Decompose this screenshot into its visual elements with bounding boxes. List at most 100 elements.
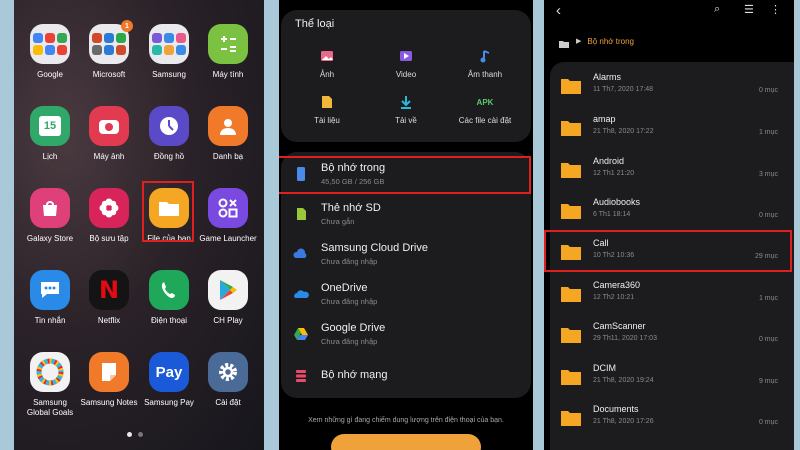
app-galaxy-store[interactable]: Galaxy Store xyxy=(19,188,81,244)
messages-icon xyxy=(30,270,70,310)
folder-row[interactable]: Audiobooks 6 Th1 18:14 0 mục xyxy=(550,191,794,231)
storage-name: Google Drive xyxy=(321,322,386,334)
category-apk[interactable]: APK Các file cài đặt xyxy=(449,94,521,126)
category-images[interactable]: Ảnh xyxy=(291,48,363,79)
app-microsoft[interactable]: 1 Microsoft xyxy=(78,20,140,80)
category-documents[interactable]: Tài liệu xyxy=(291,94,363,125)
storage-sub: Chưa đăng nhập xyxy=(321,337,378,346)
settings-icon xyxy=(208,352,248,392)
download-icon xyxy=(370,94,442,110)
folder-row[interactable]: DCIM 21 Th8, 2020 19:24 9 mục xyxy=(550,357,794,397)
storage-sub: Chưa đăng nhập xyxy=(321,297,378,306)
home-icon[interactable] xyxy=(558,36,570,48)
storage-network[interactable]: Bộ nhớ mạng xyxy=(281,356,531,396)
folder-name: Audiobooks xyxy=(593,197,641,207)
category-label: Âm thanh xyxy=(467,70,503,79)
folder-icon xyxy=(560,409,582,427)
search-icon[interactable]: ⌕ xyxy=(714,3,720,16)
category-downloads[interactable]: Tải về xyxy=(370,94,442,125)
app-samsung[interactable]: Samsung xyxy=(138,24,200,80)
folder-icon xyxy=(560,202,582,220)
folder-row[interactable]: Camera360 12 Th2 10:21 1 mục xyxy=(550,274,794,314)
app-calculator[interactable]: Máy tính xyxy=(197,24,259,80)
back-icon[interactable]: ‹ xyxy=(556,2,561,19)
app-camera[interactable]: Máy ảnh xyxy=(78,106,140,162)
folder-row[interactable]: Alarms 11 Th7, 2020 17:48 0 mục xyxy=(550,66,794,106)
folder-row[interactable]: amap 21 Th8, 2020 17:22 1 mục xyxy=(550,108,794,148)
app-messages[interactable]: Tin nhắn xyxy=(19,270,81,326)
app-label: Samsung xyxy=(152,70,186,79)
app-samsung-notes[interactable]: Samsung Notes xyxy=(78,352,140,408)
category-audio[interactable]: Âm thanh xyxy=(449,48,521,79)
folder-icon xyxy=(560,285,582,303)
folder-date: 21 Th8, 2020 17:22 xyxy=(593,128,654,135)
folder-list-screen: ‹ ⌕ ☰ ⋮ ▶ Bộ nhớ trong Alarms 11 Th7, 202… xyxy=(544,0,794,450)
global-goals-icon xyxy=(30,352,70,392)
top-bar: ‹ ⌕ ☰ ⋮ xyxy=(544,0,794,22)
app-samsung-pay[interactable]: Pay Samsung Pay xyxy=(138,352,200,408)
app-gallery[interactable]: Bộ sưu tập xyxy=(78,188,140,244)
app-label: Microsoft xyxy=(92,70,126,79)
galaxy-store-icon xyxy=(30,188,70,228)
folder-icon xyxy=(560,77,582,95)
storage-google-drive[interactable]: Google Drive Chưa đăng nhập xyxy=(281,314,531,354)
highlight-box-call-folder xyxy=(544,230,792,272)
app-calendar[interactable]: 15 Lịch xyxy=(19,106,81,162)
app-label: Game Launcher xyxy=(199,234,257,243)
breadcrumb: ▶ Bộ nhớ trong xyxy=(558,36,634,48)
app-global-goals[interactable]: Samsung Global Goals xyxy=(19,352,81,418)
storage-name: Samsung Cloud Drive xyxy=(321,242,428,254)
play-store-icon xyxy=(208,270,248,310)
folder-icon xyxy=(560,368,582,386)
folder-row[interactable]: CamScanner 29 Th11, 2020 17:03 0 mục xyxy=(550,315,794,355)
image-icon xyxy=(291,48,363,64)
app-phone[interactable]: Điện thoại xyxy=(138,270,200,326)
page-dot xyxy=(138,432,143,437)
audio-icon xyxy=(449,48,521,64)
storage-samsung-cloud[interactable]: Samsung Cloud Drive Chưa đăng nhập xyxy=(281,234,531,274)
app-label: Samsung Pay xyxy=(144,398,194,407)
app-clock[interactable]: Đồng hồ xyxy=(138,106,200,162)
folder-count: 0 mục xyxy=(758,212,778,219)
app-label: CH Play xyxy=(213,316,243,325)
list-view-icon[interactable]: ☰ xyxy=(744,3,754,16)
document-icon xyxy=(291,94,363,110)
my-files-screen: Thể loại Ảnh Video Âm thanh Tài liệu Tải… xyxy=(279,0,533,450)
breadcrumb-current[interactable]: Bộ nhớ trong xyxy=(587,37,634,46)
calculator-icon xyxy=(208,24,248,64)
microsoft-folder-icon: 1 xyxy=(89,20,133,64)
analyze-storage-button[interactable] xyxy=(331,434,481,450)
notes-icon xyxy=(89,352,129,392)
highlight-box-my-files xyxy=(142,181,194,242)
category-label: Ảnh xyxy=(319,70,335,79)
network-storage-icon xyxy=(293,368,309,384)
app-play-store[interactable]: CH Play xyxy=(197,270,259,326)
category-video[interactable]: Video xyxy=(370,48,442,79)
home-screen: Google 1 Microsoft Samsung Máy tính 15 L… xyxy=(14,0,264,450)
storage-onedrive[interactable]: OneDrive Chưa đăng nhập xyxy=(281,274,531,314)
app-google[interactable]: Google xyxy=(19,24,81,80)
folder-icon xyxy=(560,326,582,344)
storage-analysis-text: Xem những gì đang chiếm dung lượng trên … xyxy=(308,417,504,424)
storage-sub: Chưa đăng nhập xyxy=(321,257,378,266)
storage-sub: Chưa gắn xyxy=(321,217,355,226)
folder-count: 0 mục xyxy=(758,87,778,94)
gallery-icon xyxy=(89,188,129,228)
folder-row[interactable]: Android 12 Th1 21:20 3 mục xyxy=(550,150,794,190)
folder-name: CamScanner xyxy=(593,321,646,331)
more-options-icon[interactable]: ⋮ xyxy=(770,3,781,16)
app-netflix[interactable]: N Netflix xyxy=(78,270,140,326)
folder-row[interactable]: Documents 21 Th8, 2020 17:26 0 mục xyxy=(550,398,794,438)
category-label: Video xyxy=(395,70,417,79)
app-contacts[interactable]: Danh bạ xyxy=(197,106,259,162)
category-label: Các file cài đặt xyxy=(458,116,512,125)
app-settings[interactable]: Cài đặt xyxy=(197,352,259,408)
app-label: Netflix xyxy=(97,316,121,325)
app-label-line1: Samsung xyxy=(33,398,67,407)
highlight-box-internal-storage xyxy=(279,156,531,194)
app-label: Bộ sưu tập xyxy=(89,234,129,243)
storage-name: Thẻ nhớ SD xyxy=(321,202,381,214)
folder-count: 9 mục xyxy=(758,378,778,385)
app-game-launcher[interactable]: Game Launcher xyxy=(197,188,259,244)
storage-sd-card[interactable]: Thẻ nhớ SD Chưa gắn xyxy=(281,194,531,234)
